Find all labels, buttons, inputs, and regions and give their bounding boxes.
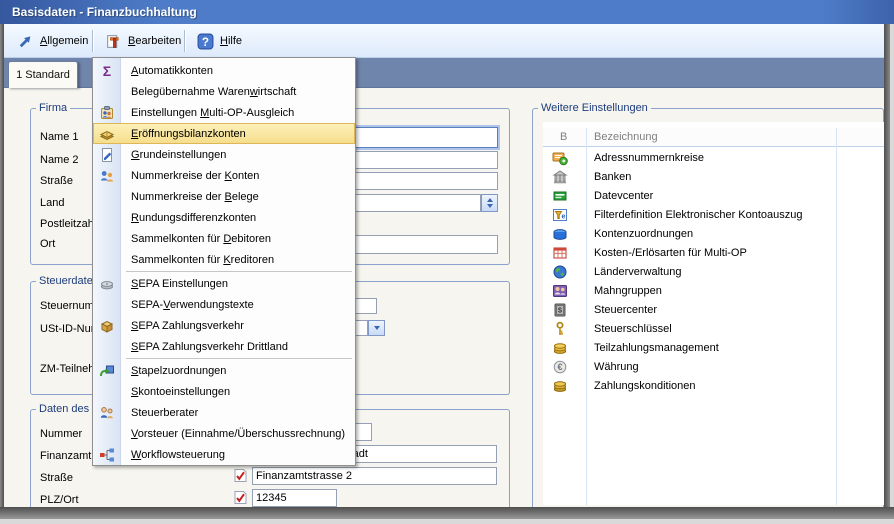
- window-title: Basisdaten - Finanzbuchhaltung: [12, 5, 197, 19]
- svg-text:?: ?: [202, 35, 209, 48]
- sigma-icon: Σ: [93, 64, 121, 78]
- list-item-waehrung[interactable]: € Währung: [543, 357, 884, 376]
- land-spinner[interactable]: [481, 194, 498, 212]
- menu-item-sepa-einstellungen[interactable]: SEPA Einstellungen: [93, 273, 355, 294]
- list-item-zahlungskonditionen[interactable]: Zahlungskonditionen: [543, 376, 884, 395]
- advisor-icon: [93, 405, 121, 421]
- list-item-teilzahlungsmanagement[interactable]: Teilzahlungsmanagement: [543, 338, 884, 357]
- modified-check-icon: [234, 468, 247, 483]
- window-border-right-outer: [890, 24, 894, 524]
- modified-check-icon: [234, 490, 247, 505]
- bearbeiten-menu: Σ Automatikkonten Belegübernahme Warenwi…: [92, 57, 356, 466]
- hilfe-button[interactable]: ? Hilfe: [192, 28, 247, 54]
- workflow-icon: [93, 447, 121, 463]
- group-weitere-legend: Weitere Einstellungen: [538, 102, 651, 114]
- datev-icon: [552, 188, 568, 204]
- label-postleitzahl: Postleitzahl: [40, 218, 96, 230]
- title-bar[interactable]: Basisdaten - Finanzbuchhaltung: [0, 0, 894, 24]
- list-item-steuercenter[interactable]: $ Steuercenter: [543, 300, 884, 319]
- disk-stack-icon: [93, 276, 121, 292]
- filter-icon: e: [552, 207, 568, 223]
- menu-item-beleguebernahme[interactable]: Belegübernahme Warenwirtschaft: [93, 81, 355, 102]
- label-name2: Name 2: [40, 154, 79, 166]
- toolbar: Allgemein Bearbeiten ? Hilfe: [4, 24, 884, 58]
- label-land: Land: [40, 197, 64, 209]
- cost-grid-icon: [552, 245, 568, 261]
- window-border-bottom-outer: [0, 519, 894, 524]
- list-item-kosten-erloesarten[interactable]: Kosten-/Erlösarten für Multi-OP: [543, 243, 884, 262]
- coins-icon: [552, 340, 568, 356]
- menu-item-grundeinstellungen[interactable]: Grundeinstellungen: [93, 144, 355, 165]
- list-item-mahngruppen[interactable]: Mahngruppen: [543, 281, 884, 300]
- menu-item-nummerkreise-konten[interactable]: Nummerkreise der Konten: [93, 165, 355, 186]
- batch-assign-icon: [93, 363, 121, 379]
- list-item-steuerschluessel[interactable]: Steuerschlüssel: [543, 319, 884, 338]
- menu-item-sammelkonten-kreditoren[interactable]: Sammelkonten für Kreditoren: [93, 249, 355, 270]
- group-firma-legend: Firma: [36, 102, 70, 114]
- menu-item-nummerkreise-belege[interactable]: Nummerkreise der Belege: [93, 186, 355, 207]
- label-fa-nummer: Nummer: [40, 428, 82, 440]
- menu-item-sepa-zahlungsverkehr-drittland[interactable]: SEPA Zahlungsverkehr Drittland: [93, 336, 355, 357]
- bearbeiten-button[interactable]: Bearbeiten: [100, 28, 186, 54]
- menu-item-multi-op-ausgleich[interactable]: Einstellungen Multi-OP-Ausgleich: [93, 102, 355, 123]
- ustid-dropdown-button[interactable]: [368, 320, 385, 336]
- label-name1: Name 1: [40, 131, 79, 143]
- fa-strasse-input[interactable]: [252, 467, 497, 485]
- tab-standard[interactable]: 1 Standard: [8, 61, 78, 88]
- menu-item-sammelkonten-debitoren[interactable]: Sammelkonten für Debitoren: [93, 228, 355, 249]
- payment-coins-icon: [552, 378, 568, 394]
- list-item-filterdefinition[interactable]: e Filterdefinition Elektronischer Kontoa…: [543, 205, 884, 224]
- list-item-banken[interactable]: Banken: [543, 167, 884, 186]
- label-fa-strasse: Straße: [40, 472, 73, 484]
- menu-item-automatikkonten[interactable]: Σ Automatikkonten: [93, 60, 355, 81]
- toolbar-separator: [184, 30, 185, 52]
- column-header-bezeichnung[interactable]: Bezeichnung: [594, 131, 658, 143]
- label-fa-plzort: PLZ/Ort: [40, 494, 79, 506]
- fa-plz-input[interactable]: [252, 489, 337, 507]
- allgemein-button[interactable]: Allgemein: [12, 28, 93, 54]
- globe-icon: [552, 264, 568, 280]
- window-border-left: [0, 24, 4, 524]
- menu-item-workflowsteuerung[interactable]: Workflowsteuerung: [93, 444, 355, 465]
- list-item-laenderverwaltung[interactable]: Länderverwaltung: [543, 262, 884, 281]
- toolbar-separator: [92, 30, 93, 52]
- menu-item-sepa-zahlungsverkehr[interactable]: SEPA Zahlungsverkehr: [93, 315, 355, 336]
- help-icon: ?: [197, 33, 214, 50]
- menu-item-skontoeinstellungen[interactable]: Skontoeinstellungen: [93, 381, 355, 402]
- menu-item-rundungsdifferenzkonten[interactable]: Rundungsdifferenzkonten: [93, 207, 355, 228]
- list-item-kontenzuordnungen[interactable]: Kontenzuordnungen: [543, 224, 884, 243]
- menu-item-sepa-verwendungstexte[interactable]: SEPA-Verwendungstexte: [93, 294, 355, 315]
- window-border-bottom: [0, 507, 894, 519]
- list-item-datevcenter[interactable]: Datevcenter: [543, 186, 884, 205]
- address-numbers-icon: [552, 150, 568, 166]
- list-header: B Bezeichnung: [543, 128, 884, 147]
- column-header-b[interactable]: B: [560, 131, 567, 143]
- svg-text:€: €: [557, 362, 562, 372]
- package-icon: [93, 318, 121, 334]
- label-ort: Ort: [40, 238, 55, 250]
- bank-icon: [552, 169, 568, 185]
- people-numbers-icon: [93, 168, 121, 184]
- label-strasse: Straße: [40, 175, 73, 187]
- account-mapping-icon: [552, 226, 568, 242]
- svg-text:e: e: [562, 213, 566, 220]
- arrow-up-right-icon: [17, 33, 34, 50]
- edit-tool-icon: [105, 33, 122, 50]
- tax-center-icon: $: [552, 302, 568, 318]
- menu-item-steuerberater[interactable]: Steuerberater: [93, 402, 355, 423]
- label-fa-finanzamt: Finanzamt: [40, 450, 91, 462]
- tax-key-icon: [552, 321, 568, 337]
- clipboard-people-icon: [93, 105, 121, 121]
- currency-icon: €: [552, 359, 568, 375]
- application-window: Basisdaten - Finanzbuchhaltung Allgemein…: [0, 0, 894, 524]
- page-edit-icon: [93, 147, 121, 163]
- menu-item-vorsteuer[interactable]: Vorsteuer (Einnahme/Überschussrechnung): [93, 423, 355, 444]
- list-item-adressnummernkreise[interactable]: Adressnummernkreise: [543, 148, 884, 167]
- dunning-groups-icon: [552, 283, 568, 299]
- ledger-book-icon: [93, 126, 121, 142]
- menu-item-stapelzuordnungen[interactable]: Stapelzuordnungen: [93, 360, 355, 381]
- menu-item-eroeffnungsbilanzkonten[interactable]: Eröffnungsbilanzkonten: [93, 123, 355, 144]
